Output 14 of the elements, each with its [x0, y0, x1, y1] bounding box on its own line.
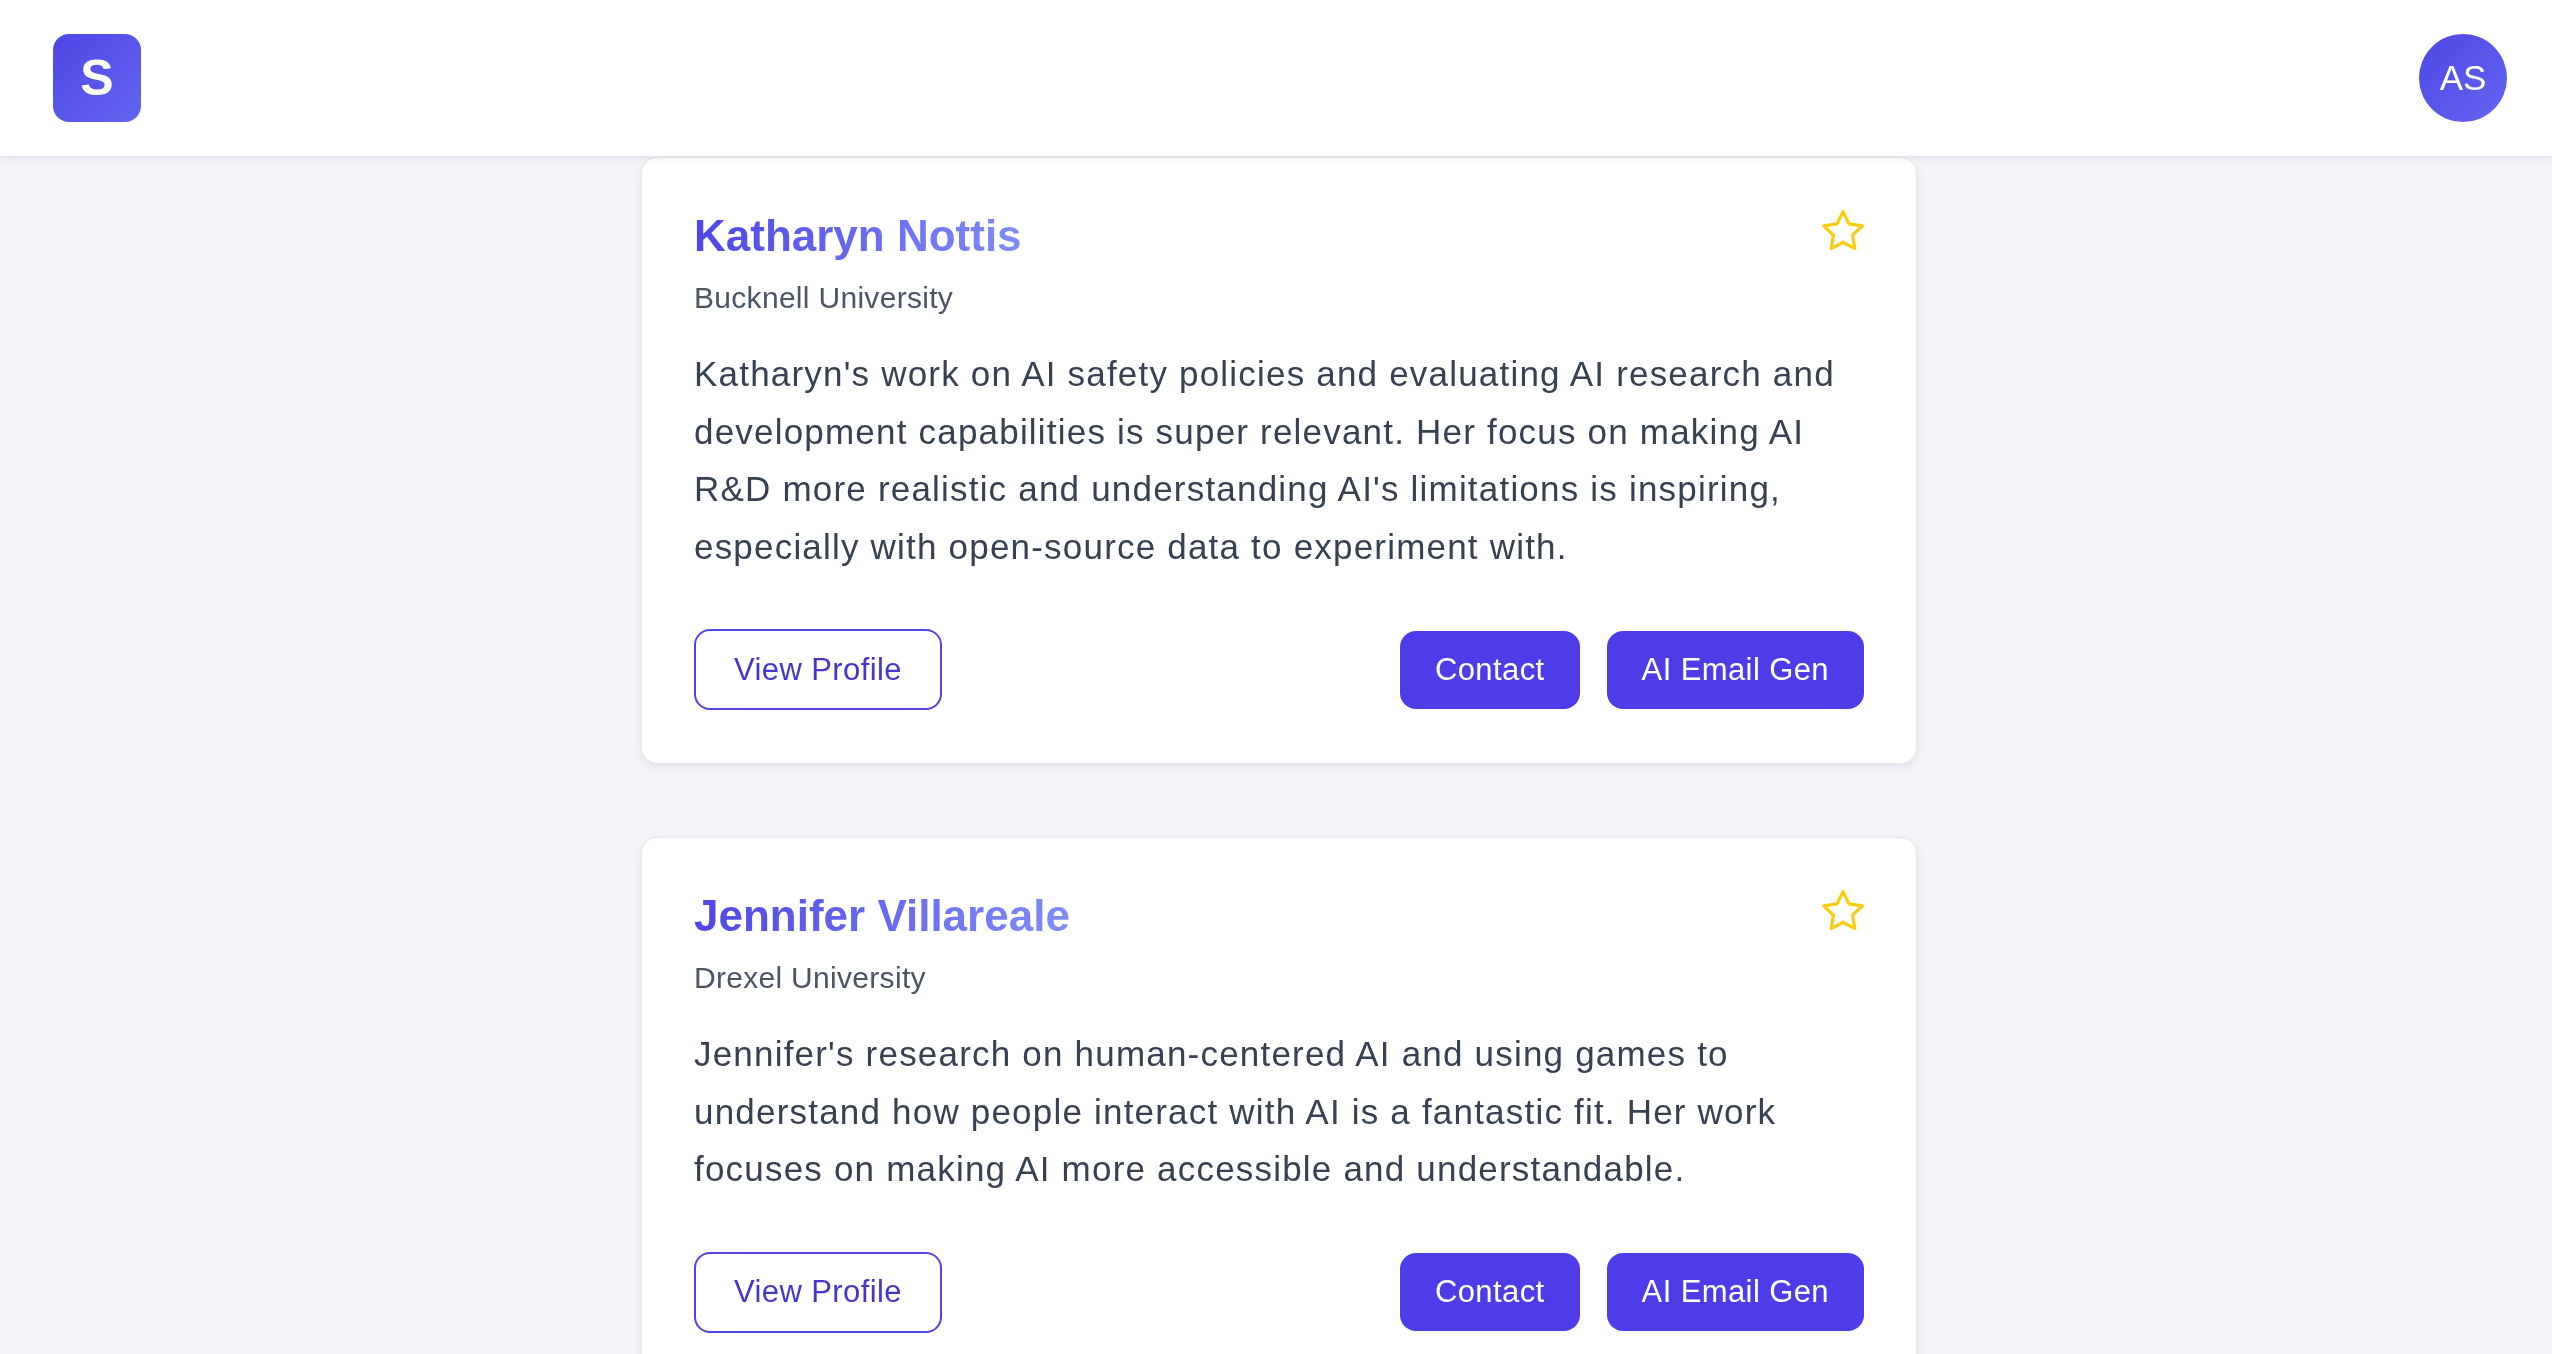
university-name: Drexel University: [694, 960, 926, 996]
star-icon[interactable]: [1822, 209, 1864, 251]
action-button[interactable]: AI Email Gen: [1606, 630, 1864, 709]
researcher-description: Katharyn's work on AI safety policies and evaluating AI research and development capabilities is super relevant. Her focus on making AI R&D more realistic and understanding AI's limitations is inspiring, especially with open-source data to experiment with.: [694, 353, 1836, 568]
user-avatar[interactable]: AS: [2419, 34, 2507, 122]
action-button[interactable]: Contact: [1399, 1253, 1580, 1331]
university-name: Bucknell University: [694, 280, 954, 316]
view-profile-button[interactable]: View Profile: [694, 629, 942, 710]
action-button[interactable]: AI Email Gen: [1606, 1253, 1864, 1331]
researcher-description: Jennifer's research on human-centered AI and using games to understand how people interact with AI is a fantastic fit. Her work focuses on making AI more accessible and understandable.: [694, 1033, 1778, 1190]
star-icon[interactable]: [1822, 889, 1864, 931]
view-profile-button[interactable]: View Profile: [694, 1251, 942, 1333]
app-logo[interactable]: S: [53, 34, 141, 122]
action-button[interactable]: Contact: [1399, 630, 1580, 709]
